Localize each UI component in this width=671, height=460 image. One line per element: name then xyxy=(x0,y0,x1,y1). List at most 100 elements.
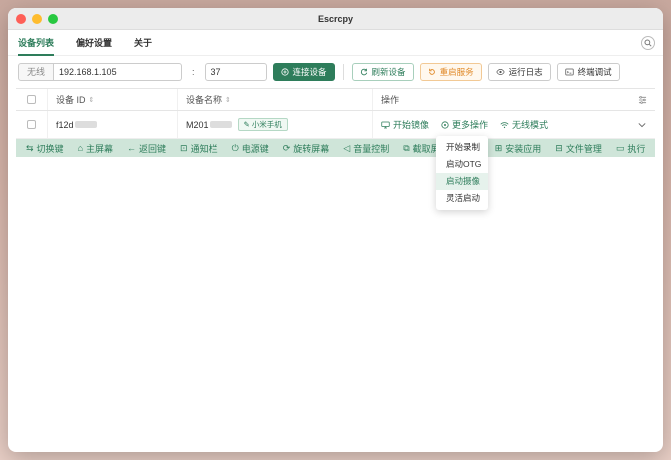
terminal-icon xyxy=(564,68,574,76)
notification-button[interactable]: ⊡ 通知栏 xyxy=(180,142,218,155)
dropdown-item-flexible-launch[interactable]: 灵活启动 xyxy=(436,190,488,207)
dropdown-item-start-recording[interactable]: 开始录制 xyxy=(436,139,488,156)
tab-device-list[interactable]: 设备列表 xyxy=(18,30,55,56)
arrow-left-icon: ← xyxy=(127,143,137,153)
terminal-label: 终端调试 xyxy=(577,67,612,77)
row-checkbox[interactable] xyxy=(27,120,36,129)
notification-icon: ⊡ xyxy=(180,142,188,153)
ip-address-input[interactable] xyxy=(54,63,183,81)
dropdown-item-start-otg[interactable]: 启动OTG xyxy=(436,156,488,173)
device-id-cell: f12d xyxy=(48,111,178,138)
action-label: 主屏幕 xyxy=(86,143,114,154)
rotate-screen-button[interactable]: ⟳ 旋转屏幕 xyxy=(283,142,330,155)
wireless-mode-label: 无线模式 xyxy=(512,120,549,130)
tab-about[interactable]: 关于 xyxy=(134,30,152,56)
action-label: 旋转屏幕 xyxy=(293,143,330,154)
action-label: 通知栏 xyxy=(190,143,218,154)
start-mirror-label: 开始镜像 xyxy=(393,120,430,130)
port-separator: : xyxy=(192,67,195,77)
window-title: Escrcpy xyxy=(317,13,354,24)
restart-icon xyxy=(428,68,436,76)
sort-icon[interactable]: ⇕ xyxy=(225,96,231,104)
header-ops: 操作 xyxy=(373,89,629,110)
header-id[interactable]: 设备 ID ⇕ xyxy=(48,89,178,110)
select-all-checkbox[interactable] xyxy=(27,95,36,104)
toolbar-divider xyxy=(342,64,344,80)
table-row: f12d M201 ✎ 小米手机 开始镜像 更多操作 无线模式 xyxy=(16,111,655,139)
dropdown-item-start-camera[interactable]: 启动摄像 xyxy=(436,173,488,190)
tab-preferences[interactable]: 偏好设置 xyxy=(76,30,112,56)
wireless-mode-button[interactable]: 无线模式 xyxy=(500,118,548,131)
execute-button[interactable]: ▭ 执行 xyxy=(616,142,646,155)
header-name[interactable]: 设备名称 ⇕ xyxy=(178,89,373,110)
action-label: 切换键 xyxy=(36,143,64,154)
refresh-icon xyxy=(360,68,368,76)
port-input[interactable] xyxy=(204,63,267,81)
terminal-icon: ▭ xyxy=(615,142,625,153)
header-checkbox-cell xyxy=(16,89,48,110)
redacted-mark xyxy=(209,121,232,128)
volume-icon: ◁ xyxy=(343,142,351,153)
switch-icon: ⇆ xyxy=(26,142,34,153)
more-circle-icon xyxy=(441,120,449,129)
edit-icon: ✎ xyxy=(243,120,250,129)
power-button[interactable]: ⏻ 电源键 xyxy=(232,142,269,155)
folder-icon: ⊟ xyxy=(555,142,563,153)
switch-key-button[interactable]: ⇆ 切换键 xyxy=(26,142,64,155)
terminal-debug-button[interactable]: 终端调试 xyxy=(556,63,620,81)
wireless-label: 无线 xyxy=(18,63,55,81)
action-label: 返回键 xyxy=(139,143,167,154)
minimize-window-button[interactable] xyxy=(32,14,42,24)
home-icon: ⌂ xyxy=(77,143,83,153)
search-icon[interactable] xyxy=(641,36,655,50)
more-actions-dropdown: 开始录制 启动OTG 启动摄像 灵活启动 xyxy=(436,136,488,210)
run-log-button[interactable]: 运行日志 xyxy=(487,63,551,81)
connect-device-button[interactable]: 连接设备 xyxy=(272,63,335,81)
expand-row-icon[interactable] xyxy=(629,111,655,138)
device-ops-cell: 开始镜像 更多操作 无线模式 xyxy=(373,111,629,138)
action-label: 电源键 xyxy=(241,143,269,154)
eye-icon xyxy=(495,68,505,76)
table-header: 设备 ID ⇕ 设备名称 ⇕ 操作 xyxy=(16,89,655,111)
title-bar: Escrcpy xyxy=(8,8,663,30)
monitor-icon xyxy=(381,121,390,129)
rotate-icon: ⟳ xyxy=(282,142,291,153)
device-table: 设备 ID⇕ 设备名称⇕ 操作 f12d M201 ✎小米手机 开始镜像 xyxy=(16,88,655,139)
device-id: f12d xyxy=(56,119,74,130)
header-name-label: 设备名称 xyxy=(186,95,223,105)
redacted-mark xyxy=(74,121,97,128)
ip-group: 无线 xyxy=(18,63,183,81)
action-label: 安装应用 xyxy=(505,143,542,154)
header-ops-label: 操作 xyxy=(381,95,400,105)
restart-service-button[interactable]: 重启服务 xyxy=(419,63,482,81)
file-manager-button[interactable]: ⊟ 文件管理 xyxy=(555,142,602,155)
wifi-icon xyxy=(500,121,509,129)
link-icon xyxy=(280,68,289,76)
row-checkbox-cell xyxy=(16,111,48,138)
column-settings-icon[interactable] xyxy=(629,89,655,110)
refresh-devices-button[interactable]: 刷新设备 xyxy=(351,63,414,81)
more-actions-label: 更多操作 xyxy=(452,120,489,130)
sort-icon[interactable]: ⇕ xyxy=(89,96,95,104)
main-tabs: 设备列表 偏好设置 关于 xyxy=(8,30,663,56)
maximize-window-button[interactable] xyxy=(48,14,58,24)
back-button[interactable]: ← 返回键 xyxy=(127,142,166,155)
device-toolbar: 无线 : 连接设备 刷新设备 重启服务 运行日志 终端调试 xyxy=(8,56,663,88)
header-id-label: 设备 ID xyxy=(56,95,86,105)
install-app-button[interactable]: ⊞ 安装应用 xyxy=(495,142,542,155)
package-icon: ⊞ xyxy=(494,142,503,153)
window-controls xyxy=(16,14,58,24)
refresh-label: 刷新设备 xyxy=(371,67,406,77)
crop-icon: ⧉ xyxy=(403,142,410,153)
device-name-cell: M201 ✎ 小米手机 xyxy=(178,111,373,138)
home-button[interactable]: ⌂ 主屏幕 xyxy=(78,142,113,155)
start-mirror-button[interactable]: 开始镜像 xyxy=(381,118,429,131)
more-actions-button[interactable]: 更多操作 xyxy=(441,118,488,131)
app-window: Escrcpy 设备列表 偏好设置 关于 无线 : 连接设备 刷新设备 重启服务 xyxy=(8,8,663,452)
volume-control-button[interactable]: ◁ 音量控制 xyxy=(343,142,389,155)
quick-action-bar: ⇆ 切换键 ⌂ 主屏幕 ← 返回键 ⊡ 通知栏 ⏻ 电源键 ⟳ 旋转屏幕 ◁ 音量控制 ⧉ 截取… xyxy=(16,139,655,157)
action-label: 音量控制 xyxy=(353,143,390,154)
close-window-button[interactable] xyxy=(16,14,26,24)
device-tag[interactable]: ✎ 小米手机 xyxy=(237,118,288,131)
connect-label: 连接设备 xyxy=(292,67,327,77)
